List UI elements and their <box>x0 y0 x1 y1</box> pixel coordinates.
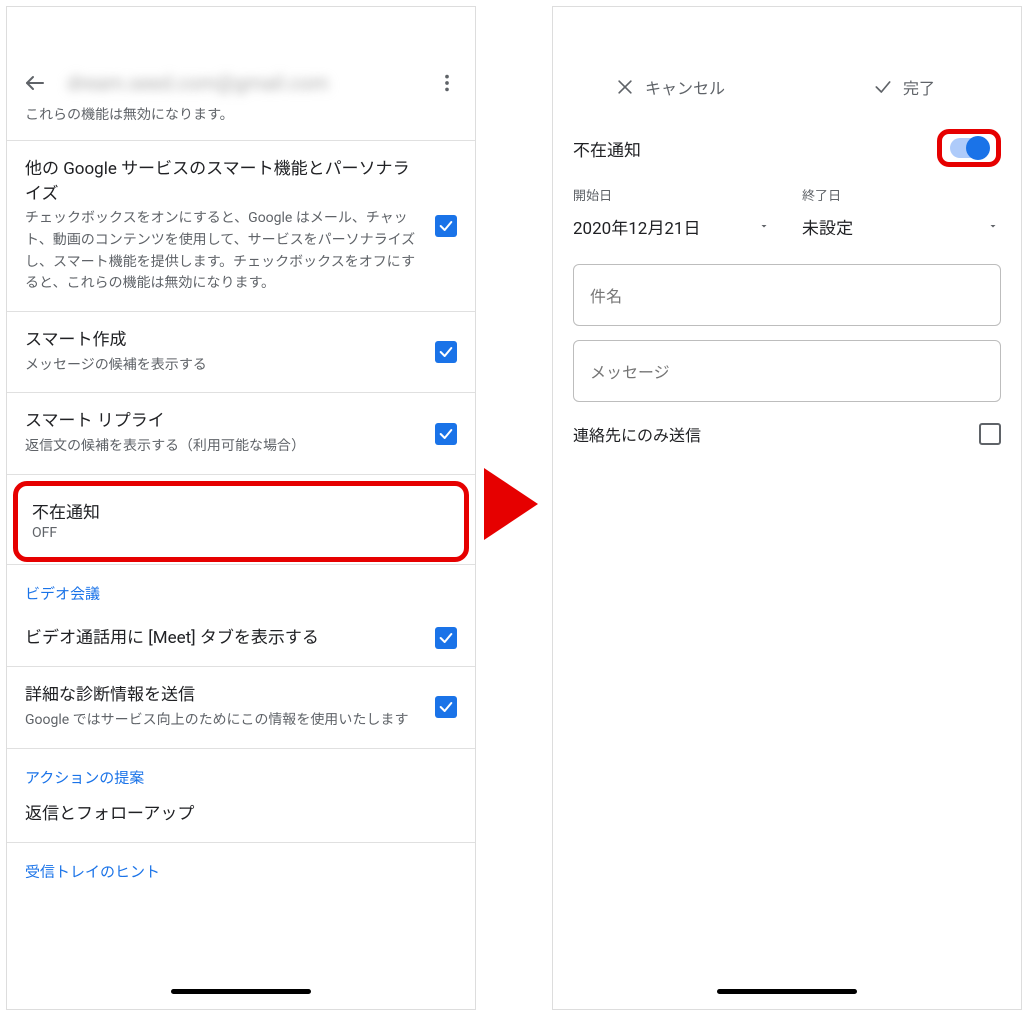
row-title: スマート リプライ <box>25 409 421 434</box>
end-date-picker[interactable]: 終了日 未設定 <box>802 185 1001 250</box>
message-input[interactable]: メッセージ <box>573 340 1001 402</box>
appbar: dream.seed.com@gmail.com <box>7 63 475 105</box>
start-date-value: 2020年12月21日 <box>573 214 700 239</box>
row-desc: 返信文の候補を表示する（利用可能な場合） <box>25 436 421 458</box>
cancel-label: キャンセル <box>645 75 725 99</box>
done-button[interactable]: 完了 <box>787 63 1021 110</box>
row-diagnostics[interactable]: 詳細な診断情報を送信 Google ではサービス向上のためにこの情報を使用いたし… <box>7 666 475 747</box>
check-icon <box>873 77 893 97</box>
cancel-button[interactable]: キャンセル <box>553 63 787 110</box>
dropdown-icon <box>987 217 999 237</box>
end-date-label: 終了日 <box>802 185 1001 204</box>
topbar: キャンセル 完了 <box>553 63 1021 111</box>
checkbox-contacts-only[interactable] <box>979 423 1001 445</box>
status-bar-space <box>7 7 475 63</box>
checkbox-smart-compose[interactable] <box>435 341 457 363</box>
settings-screen: dream.seed.com@gmail.com これらの機能は無効になります。… <box>6 6 476 1010</box>
section-video-meeting: ビデオ会議 <box>7 564 475 610</box>
row-smart-reply[interactable]: スマート リプライ 返信文の候補を表示する（利用可能な場合） <box>7 392 475 473</box>
status-bar-space <box>553 7 1021 63</box>
row-out-of-office-wrap: 不在通知 OFF <box>7 474 475 562</box>
row-title: 他の Google サービスのスマート機能とパーソナライズ <box>25 157 421 206</box>
checkbox-other-google-services[interactable] <box>435 215 457 237</box>
disabled-features-note: これらの機能は無効になります。 <box>7 105 475 140</box>
row-state: OFF <box>32 525 450 541</box>
row-reply-followup[interactable]: 返信とフォローアップ <box>7 794 475 843</box>
subject-input[interactable]: 件名 <box>573 264 1001 326</box>
out-of-office-screen: キャンセル 完了 不在通知 開始日 2020年12月21日 終了日 未設定 <box>552 6 1022 1010</box>
highlight-ring <box>937 129 1001 167</box>
row-desc: チェックボックスをオンにすると、Google はメール、チャット、動画のコンテン… <box>25 208 421 295</box>
arrow-icon <box>484 468 538 540</box>
contacts-only-label: 連絡先にのみ送信 <box>573 422 979 446</box>
section-inbox-tips: 受信トレイのヒント <box>7 842 475 888</box>
checkbox-smart-reply[interactable] <box>435 423 457 445</box>
row-other-google-services[interactable]: 他の Google サービスのスマート機能とパーソナライズ チェックボックスをオ… <box>7 140 475 311</box>
section-action-suggestions: アクションの提案 <box>7 748 475 794</box>
ooo-toggle[interactable] <box>950 138 988 158</box>
ooo-label: 不在通知 <box>573 136 937 161</box>
row-title: 不在通知 <box>32 498 450 523</box>
start-date-label: 開始日 <box>573 185 772 204</box>
close-icon <box>615 77 635 97</box>
row-smart-compose[interactable]: スマート作成 メッセージの候補を表示する <box>7 311 475 392</box>
start-date-picker[interactable]: 開始日 2020年12月21日 <box>573 185 772 250</box>
row-desc: メッセージの候補を表示する <box>25 355 421 377</box>
back-icon[interactable] <box>21 69 49 97</box>
row-title: スマート作成 <box>25 328 421 353</box>
row-title: ビデオ通話用に [Meet] タブを表示する <box>25 626 421 651</box>
row-title: 返信とフォローアップ <box>25 802 443 827</box>
checkbox-meet-tab[interactable] <box>435 627 457 649</box>
row-meet-tab[interactable]: ビデオ通話用に [Meet] タブを表示する <box>7 610 475 667</box>
row-title: 詳細な診断情報を送信 <box>25 683 421 708</box>
row-contacts-only[interactable]: 連絡先にのみ送信 <box>553 402 1021 466</box>
row-ooo-toggle: 不在通知 <box>553 111 1021 185</box>
dropdown-icon <box>758 217 770 237</box>
row-desc: Google ではサービス向上のためにこの情報を使用いたします <box>25 710 421 732</box>
overflow-menu-icon[interactable] <box>433 69 461 97</box>
row-out-of-office[interactable]: 不在通知 OFF <box>13 481 469 562</box>
account-email: dream.seed.com@gmail.com <box>49 71 433 95</box>
done-label: 完了 <box>903 75 935 99</box>
checkbox-diagnostics[interactable] <box>435 696 457 718</box>
nav-bar <box>7 989 475 1005</box>
nav-bar <box>553 989 1021 1005</box>
end-date-value: 未設定 <box>802 214 853 239</box>
date-row: 開始日 2020年12月21日 終了日 未設定 <box>553 185 1021 250</box>
